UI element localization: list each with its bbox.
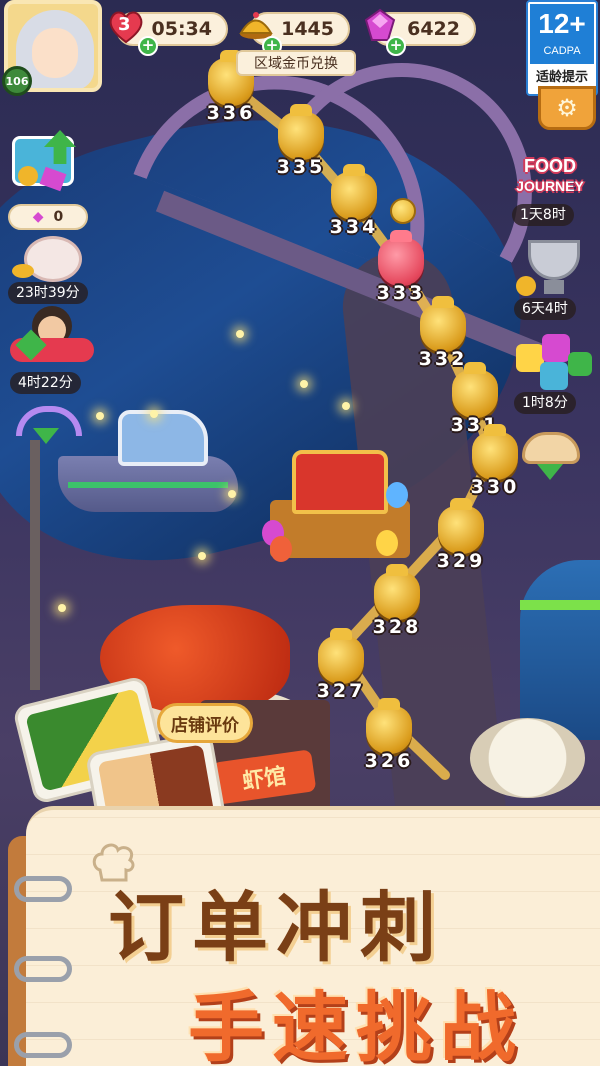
level-pot-icon	[420, 296, 466, 352]
shop-gift-icon	[8, 130, 98, 194]
puzzle-event-button[interactable]	[512, 332, 600, 396]
age-rating-badge: 12+ CADPA 适龄提示	[526, 0, 598, 96]
promo-headline: 订单冲刺	[108, 883, 444, 972]
piggy-gem-count: 0	[53, 209, 64, 225]
level-pot-icon	[472, 424, 518, 480]
level-number: 326	[364, 750, 414, 772]
age-rating: 12+	[538, 8, 586, 39]
settings-button[interactable]: ⚙	[538, 86, 596, 130]
food-journey-timer: 1天8时	[512, 204, 574, 226]
add-lives-button[interactable]: +	[138, 36, 158, 56]
dumpling-event-button[interactable]	[516, 428, 600, 468]
coin-pickup[interactable]	[390, 198, 416, 224]
level-pot-icon	[452, 362, 498, 418]
level-number: 336	[206, 102, 256, 124]
rating-org: CADPA	[543, 45, 581, 57]
level-node-335[interactable]: 335	[272, 104, 330, 184]
food-journey-title-line1: FOOD	[524, 156, 576, 176]
level-pot-icon	[318, 628, 364, 684]
level-node-333[interactable]: 333	[372, 230, 430, 310]
notebook-ring	[14, 956, 72, 982]
level-node-326[interactable]: 326	[360, 698, 418, 778]
level-number: 327	[316, 680, 366, 702]
level-node-328[interactable]: 328	[368, 564, 426, 644]
level-pot-icon	[438, 498, 484, 554]
level-number: 328	[372, 616, 422, 638]
trophy-icon	[514, 236, 600, 300]
gems-count: 6422	[407, 18, 460, 40]
friends-event-button[interactable]	[10, 304, 100, 368]
level-pot-icon	[278, 104, 324, 160]
coins-count: 1445	[281, 18, 334, 40]
expand-arrow-icon[interactable]	[33, 428, 59, 444]
level-pot-icon	[366, 698, 412, 754]
food-journey-title-line2: JOURNEY	[516, 178, 584, 194]
gem-icon: ◆	[32, 209, 44, 225]
notebook-ring	[14, 876, 72, 902]
friends-event-timer: 4时22分	[10, 372, 81, 394]
add-gems-button[interactable]: +	[386, 36, 406, 56]
level-pot-icon	[331, 164, 377, 220]
lives-timer: 05:34	[151, 18, 212, 40]
level-node-334[interactable]: 334	[325, 164, 383, 244]
puzzle-pieces-icon	[512, 332, 600, 396]
piggy-bank-timer: 23时39分	[8, 282, 88, 304]
puzzle-event-timer: 1时8分	[514, 392, 576, 414]
dumpling-icon	[516, 428, 600, 468]
level-number: 330	[470, 476, 520, 498]
food-journey-button[interactable]: FOOD JOURNEY	[505, 155, 595, 205]
age-tip-label: 适龄提示	[535, 70, 588, 85]
area-coin-exchange-button[interactable]: 区域金币兑换	[236, 50, 356, 76]
promo-notebook: 订单冲刺 手速挑战	[8, 806, 600, 1066]
player-level-badge: 106	[2, 66, 32, 96]
shop-event-button[interactable]	[8, 130, 98, 194]
notebook-ring	[14, 1032, 72, 1058]
level-pot-icon	[374, 564, 420, 620]
trophy-event-timer: 6天4时	[514, 298, 576, 320]
gear-icon: ⚙	[556, 94, 578, 122]
level-pot-icon	[378, 230, 424, 286]
lives-count: 3	[118, 14, 131, 35]
level-node-327[interactable]: 327	[312, 628, 370, 708]
level-number: 329	[436, 550, 486, 572]
level-number: 333	[376, 282, 426, 304]
trophy-event-button[interactable]	[514, 236, 600, 300]
piggy-gem-counter: ◆ 0	[8, 204, 88, 230]
friend-avatar-icon	[10, 304, 100, 368]
promo-subheadline: 手速挑战	[188, 983, 524, 1066]
store-review-button[interactable]: 店铺评价	[157, 703, 253, 743]
level-node-329[interactable]: 329	[432, 498, 490, 578]
level-number: 334	[329, 216, 379, 238]
expand-arrow-icon[interactable]	[537, 464, 563, 480]
